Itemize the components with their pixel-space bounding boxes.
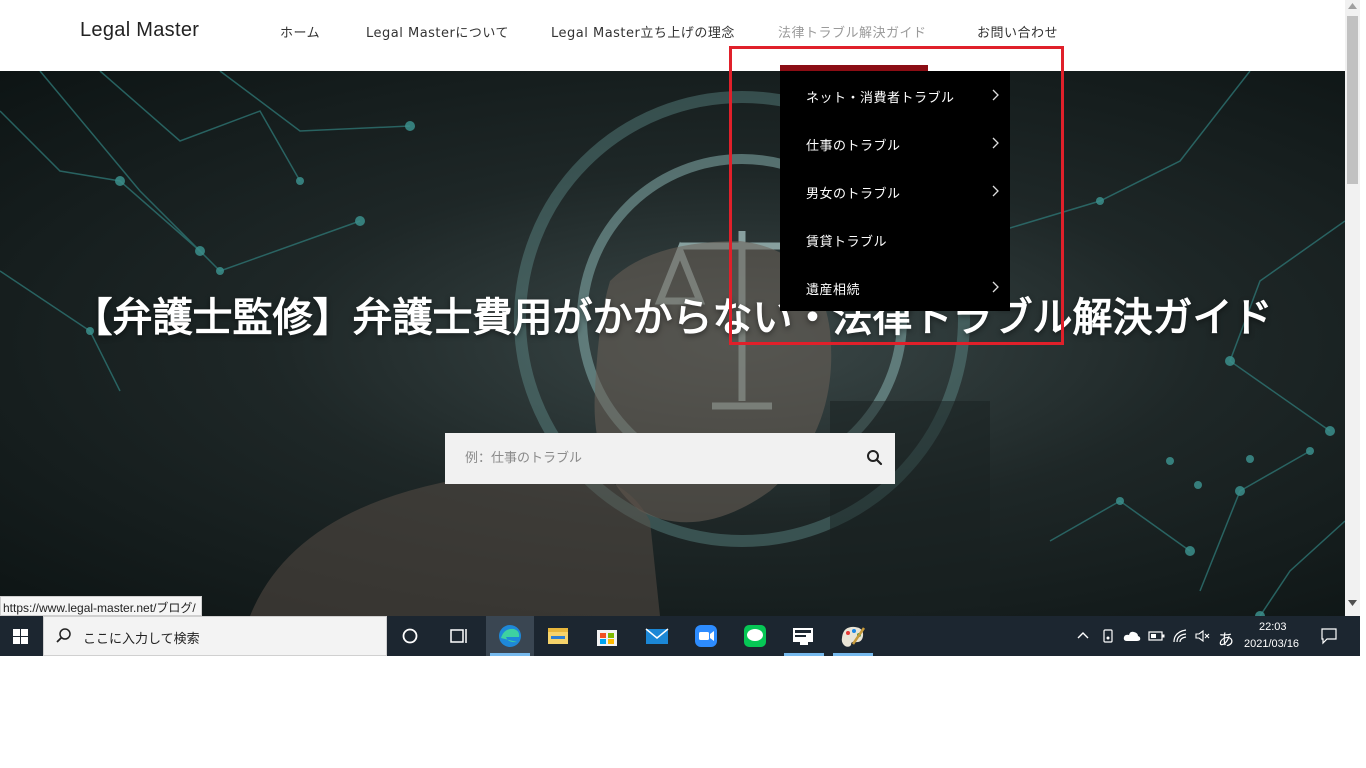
status-bar-url: https://www.legal-master.net/ブログ/: [0, 596, 202, 616]
dropdown-item-label: ネット・消費者トラブル: [806, 91, 955, 106]
clock-date[interactable]: 2021/03/16: [1244, 638, 1299, 650]
hero-search-input[interactable]: [445, 433, 845, 484]
scroll-thumb[interactable]: [1347, 16, 1358, 184]
active-app-indicator: [490, 653, 530, 656]
taskbar-remote-desktop[interactable]: [780, 616, 828, 656]
taskbar-mail[interactable]: [633, 616, 681, 656]
scroll-up-arrow-icon[interactable]: [1348, 3, 1357, 9]
battery-icon[interactable]: [1148, 629, 1166, 643]
hero-search-box: [445, 433, 895, 484]
search-icon: [56, 628, 71, 643]
notification-center-icon[interactable]: [1320, 627, 1338, 645]
search-icon: [867, 450, 883, 466]
page-scrollbar[interactable]: [1345, 0, 1360, 616]
taskbar-paint[interactable]: [829, 616, 877, 656]
hero-title: 【弁護士監修】弁護士費用がかからない・法律トラブル解決ガイド: [72, 294, 1273, 341]
wifi-icon[interactable]: [1172, 628, 1188, 644]
remote-desktop-icon: [793, 628, 813, 645]
clock-time[interactable]: 22:03: [1259, 621, 1287, 633]
windows-taskbar: ここに入力して検索 あ 22:03 2021/03/16: [0, 616, 1360, 656]
windows-logo-icon: [13, 629, 28, 644]
dropdown-item-relationship[interactable]: 男女のトラブル: [780, 167, 1010, 215]
dropdown-item-rental[interactable]: 賃貸トラブル: [780, 215, 1010, 263]
dropdown-item-net-consumer[interactable]: ネット・消費者トラブル: [780, 71, 1010, 119]
paint-icon: [841, 626, 866, 647]
site-logo[interactable]: Legal Master: [80, 19, 199, 42]
search-button[interactable]: [855, 433, 895, 484]
nav-trouble-guide[interactable]: 法律トラブル解決ガイド: [778, 22, 927, 41]
taskbar-store[interactable]: [583, 616, 631, 656]
running-app-indicator: [833, 653, 873, 656]
start-button[interactable]: [0, 616, 43, 656]
running-app-indicator: [784, 653, 824, 656]
dropdown-item-inheritance[interactable]: 遺産相続: [780, 263, 1010, 311]
chevron-right-icon: [992, 281, 999, 293]
scroll-down-arrow-icon[interactable]: [1348, 600, 1357, 606]
screen: Legal Master ホーム Legal Masterについて Legal …: [0, 0, 1366, 768]
system-tray: あ 22:03 2021/03/16: [1070, 616, 1360, 656]
device-icon[interactable]: [1102, 628, 1114, 644]
dropdown-item-label: 遺産相続: [806, 283, 861, 298]
task-view-icon: [450, 629, 467, 643]
dropdown-item-work[interactable]: 仕事のトラブル: [780, 119, 1010, 167]
dropdown-item-label: 男女のトラブル: [806, 187, 901, 202]
mail-icon: [645, 628, 669, 644]
cortana-circle-icon: [402, 628, 418, 644]
cortana-button[interactable]: [387, 616, 435, 656]
taskbar-search-placeholder: ここに入力して検索: [83, 632, 200, 647]
taskbar-search-box[interactable]: ここに入力して検索: [43, 616, 387, 656]
file-explorer-icon: [548, 628, 568, 644]
trouble-guide-dropdown: ネット・消費者トラブル 仕事のトラブル 男女のトラブル 賃貸トラブル 遺産相続: [780, 71, 1010, 311]
nav-philosophy[interactable]: Legal Master立ち上げの理念: [551, 22, 735, 41]
chevron-up-icon[interactable]: [1076, 629, 1090, 643]
taskbar-file-explorer[interactable]: [534, 616, 582, 656]
taskbar-line[interactable]: [731, 616, 779, 656]
hero-section: 【弁護士監修】弁護士費用がかからない・法律トラブル解決ガイド: [0, 71, 1345, 616]
edge-icon: [499, 625, 521, 647]
site-header: Legal Master ホーム Legal Masterについて Legal …: [0, 0, 1345, 71]
line-icon: [744, 625, 766, 647]
zoom-icon: [695, 625, 717, 647]
ime-indicator[interactable]: あ: [1218, 626, 1234, 650]
chevron-right-icon: [992, 185, 999, 197]
store-icon: [597, 630, 617, 646]
nav-contact[interactable]: お問い合わせ: [977, 22, 1058, 41]
taskbar-zoom[interactable]: [682, 616, 730, 656]
onedrive-cloud-icon[interactable]: [1123, 629, 1141, 643]
chevron-right-icon: [992, 89, 999, 101]
nav-home[interactable]: ホーム: [280, 22, 320, 41]
browser-viewport: Legal Master ホーム Legal Masterについて Legal …: [0, 0, 1345, 616]
dropdown-item-label: 賃貸トラブル: [806, 235, 888, 250]
dropdown-item-label: 仕事のトラブル: [806, 139, 901, 154]
nav-about[interactable]: Legal Masterについて: [366, 22, 509, 41]
speaker-muted-icon[interactable]: [1194, 628, 1210, 644]
taskbar-edge[interactable]: [486, 616, 534, 656]
task-view-button[interactable]: [435, 616, 483, 656]
chevron-right-icon: [992, 137, 999, 149]
